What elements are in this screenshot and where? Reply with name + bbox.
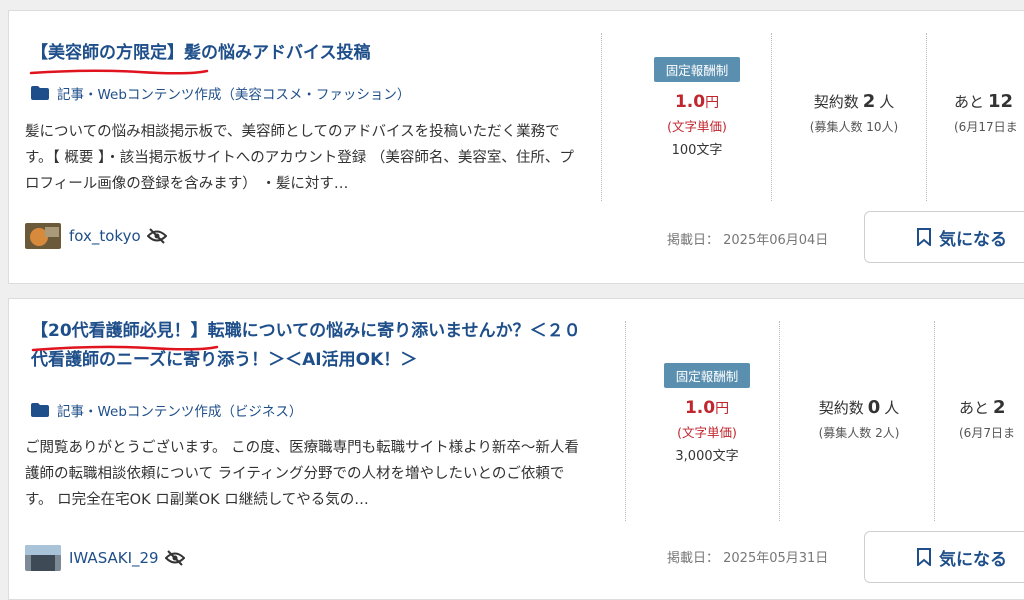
job-description: ご閲覧ありがとうございます。 この度、医療職専門も転職サイト様より新卒～新人看護…: [25, 440, 579, 508]
contract-info: 契約数 0 人 (募集人数 2人): [789, 397, 929, 441]
reward-type-badge: 固定報酬制: [653, 57, 741, 82]
job-title[interactable]: 【美容師の方限定】髪の悩みアドバイス投稿: [31, 39, 591, 68]
deadline-date: (6月17日ま: [954, 120, 1018, 134]
recruit-count: (募集人数 10人): [809, 120, 899, 134]
client-info: fox_tokyo: [25, 223, 167, 249]
posted-date: 掲載日： 2025年06月04日: [667, 233, 829, 248]
client-info: IWASAKI_29: [25, 545, 185, 571]
bookmark-label: 気になる: [939, 549, 1007, 570]
avatar[interactable]: [25, 545, 61, 571]
job-description: 髪についての悩み相談掲示板で、美容師としてのアドバイスを投稿いただく業務です。【…: [25, 124, 574, 192]
column-divider: [934, 321, 935, 521]
job-card[interactable]: 【20代看護師必見！】転職についての悩みに寄り添いませんか？＜２０代看護師のニー…: [8, 298, 1024, 600]
column-divider: [926, 33, 927, 201]
posted-date: 掲載日： 2025年05月31日: [667, 551, 829, 566]
red-underline-annotation: [31, 345, 219, 352]
column-divider: [625, 321, 626, 521]
reward-info: 固定報酬制 1.0円 (文字単価) 3,000文字: [627, 363, 787, 464]
job-category[interactable]: 記事・Webコンテンツ作成（美容コスメ・ファッション）: [31, 83, 410, 103]
bookmark-button[interactable]: 気になる: [864, 531, 1024, 583]
unit-price: 1.0円: [684, 398, 730, 418]
deadline-date: (6月7日ま: [959, 426, 1015, 440]
folder-icon: [31, 86, 49, 100]
job-card[interactable]: 【美容師の方限定】髪の悩みアドバイス投稿 記事・Webコンテンツ作成（美容コスメ…: [8, 10, 1024, 284]
avatar[interactable]: [25, 223, 61, 249]
unit-price: 1.0円: [674, 92, 720, 112]
eye-off-icon: [164, 550, 185, 566]
folder-icon: [31, 403, 49, 417]
deadline-info: あと 2 (6月7日ま: [959, 397, 1024, 441]
price-type: (文字単価): [677, 425, 737, 440]
column-divider: [779, 321, 780, 521]
column-divider: [771, 33, 772, 201]
category-label: 記事・Webコンテンツ作成（ビジネス）: [57, 404, 303, 420]
category-label: 記事・Webコンテンツ作成（美容コスメ・ファッション）: [57, 87, 411, 103]
bookmark-label: 気になる: [939, 229, 1007, 250]
eye-off-icon: [146, 228, 167, 244]
reward-info: 固定報酬制 1.0円 (文字単価) 100文字: [617, 57, 777, 158]
bookmark-button[interactable]: 気になる: [864, 211, 1024, 263]
char-count: 3,000文字: [675, 449, 739, 464]
bookmark-icon: [917, 548, 931, 566]
deadline-info: あと 12 (6月17日ま: [954, 91, 1024, 135]
job-category[interactable]: 記事・Webコンテンツ作成（ビジネス）: [31, 400, 302, 420]
red-underline-annotation: [29, 69, 209, 75]
reward-type-badge: 固定報酬制: [663, 363, 751, 388]
username[interactable]: IWASAKI_29: [69, 549, 159, 567]
bookmark-icon: [917, 228, 931, 246]
username[interactable]: fox_tokyo: [69, 227, 141, 245]
contract-info: 契約数 2 人 (募集人数 10人): [784, 91, 924, 135]
column-divider: [601, 33, 602, 201]
price-type: (文字単価): [667, 119, 727, 134]
recruit-count: (募集人数 2人): [818, 426, 900, 440]
char-count: 100文字: [671, 143, 723, 158]
